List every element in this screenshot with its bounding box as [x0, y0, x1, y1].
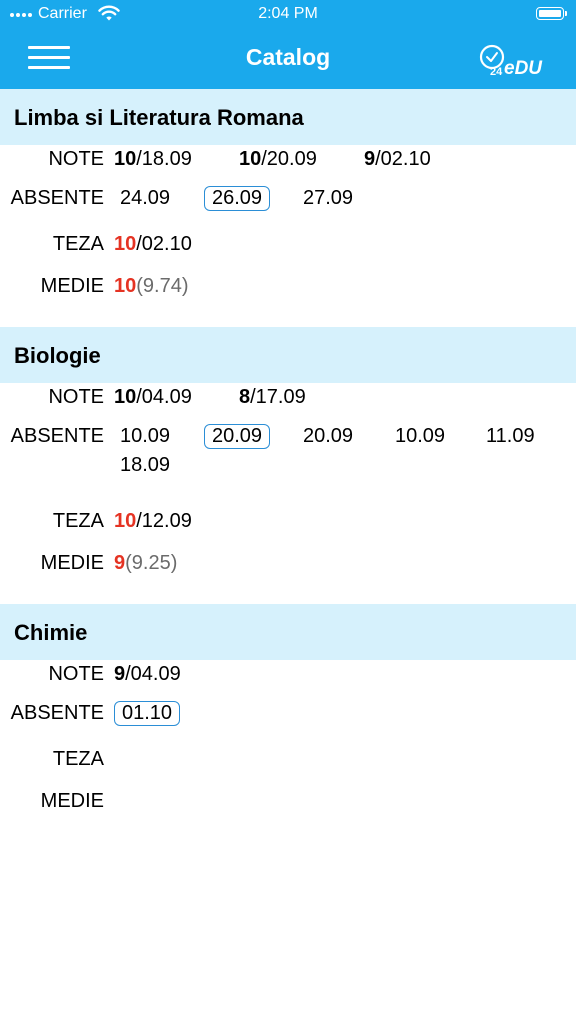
medie-entry: 10(9.74) — [114, 275, 189, 297]
top-bar: Carrier 2:04 PM Catalog 24 eDU — [0, 0, 576, 89]
note-label: NOTE — [48, 663, 104, 685]
grade-entry[interactable]: 9/02.10 — [364, 148, 431, 171]
battery-icon — [536, 7, 567, 20]
absence-date[interactable]: 11.09 — [486, 425, 535, 448]
subject-header[interactable]: Chimie — [0, 604, 576, 660]
logo-number: 24 — [490, 66, 503, 78]
absence-date-motivated[interactable]: 01.10 — [114, 701, 181, 726]
absence-date[interactable]: 18.09 — [120, 454, 170, 477]
absente-label: ABSENTE — [10, 187, 104, 209]
subject-header[interactable]: Limba si Literatura Romana — [0, 89, 576, 145]
status-time: 2:04 PM — [258, 5, 318, 22]
grade-entry[interactable]: 8/17.09 — [239, 386, 306, 409]
edu-logo-icon[interactable]: 24 eDU — [476, 42, 552, 78]
absence-date[interactable]: 20.09 — [303, 425, 353, 448]
medie-label: MEDIE — [40, 552, 104, 574]
absence-date[interactable]: 24.09 — [120, 187, 170, 210]
subject-title: Biologie — [14, 343, 101, 368]
subject-title: Chimie — [14, 620, 88, 645]
teza-entry[interactable]: 10/12.09 — [114, 510, 192, 533]
absente-label: ABSENTE — [10, 425, 104, 447]
logo-text: eDU — [504, 58, 543, 78]
absence-date[interactable]: 10.09 — [395, 425, 445, 448]
grade-entry[interactable]: 10/20.09 — [239, 148, 317, 171]
medie-entry: 9(9.25) — [114, 552, 178, 574]
note-label: NOTE — [48, 386, 104, 408]
grade-entry[interactable]: 10/04.09 — [114, 386, 192, 409]
teza-entry[interactable]: 10/02.10 — [114, 233, 192, 256]
absente-label: ABSENTE — [10, 702, 104, 724]
absence-date-motivated[interactable]: 26.09 — [204, 186, 271, 211]
medie-label: MEDIE — [40, 275, 104, 297]
absence-date[interactable]: 27.09 — [303, 187, 353, 210]
absence-date[interactable]: 10.09 — [120, 425, 170, 448]
absence-date-motivated[interactable]: 20.09 — [204, 424, 271, 449]
subject-title: Limba si Literatura Romana — [14, 105, 304, 130]
teza-label: TEZA — [52, 510, 104, 532]
medie-label: MEDIE — [40, 790, 104, 812]
status-bar: Carrier 2:04 PM — [0, 0, 576, 28]
teza-label: TEZA — [52, 748, 104, 770]
teza-label: TEZA — [52, 233, 104, 255]
note-label: NOTE — [48, 148, 104, 170]
grade-entry[interactable]: 9/04.09 — [114, 663, 181, 686]
grade-entry[interactable]: 10/18.09 — [114, 148, 192, 171]
subject-header[interactable]: Biologie — [0, 327, 576, 383]
